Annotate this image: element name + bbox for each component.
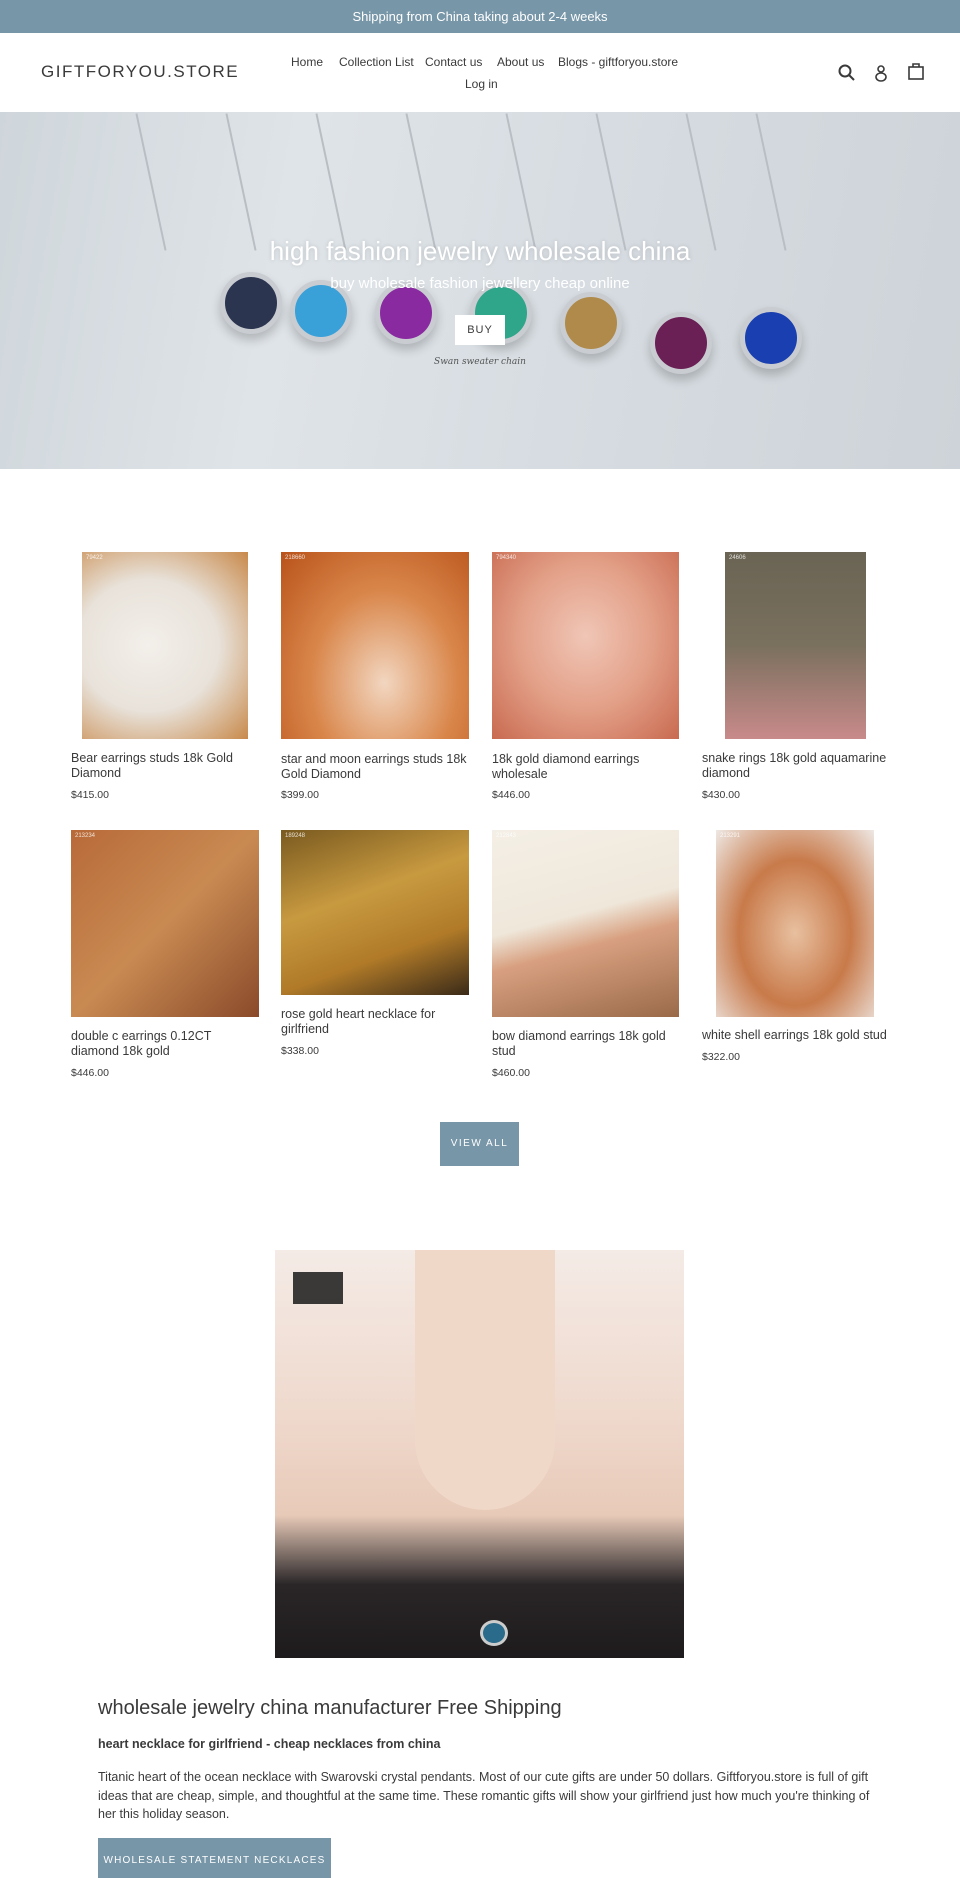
product-title[interactable]: 18k gold diamond earrings wholesale	[492, 752, 682, 782]
product-title[interactable]: star and moon earrings studs 18k Gold Di…	[281, 752, 471, 782]
nav-collection-list[interactable]: Collection List	[339, 55, 414, 69]
product-image[interactable]: 212843	[492, 830, 679, 1017]
view-all-button[interactable]: VIEW ALL	[440, 1122, 519, 1166]
nav-home[interactable]: Home	[291, 55, 323, 69]
product-price: $415.00	[71, 789, 109, 801]
announcement-bar: Shipping from China taking about 2-4 wee…	[0, 0, 960, 33]
product-title[interactable]: snake rings 18k gold aquamarine diamond	[702, 751, 892, 781]
product-image[interactable]: 213291	[716, 830, 874, 1017]
product-code: 212843	[496, 833, 517, 839]
product-title[interactable]: rose gold heart necklace for girlfriend	[281, 1007, 471, 1037]
feature-image	[275, 1250, 684, 1658]
feature-subheading: heart necklace for girlfriend - cheap ne…	[98, 1737, 441, 1751]
hero-title: high fashion jewelry wholesale china	[269, 236, 691, 266]
nav-blogs[interactable]: Blogs - giftforyou.store	[558, 55, 678, 69]
product-image[interactable]: 218660	[281, 552, 469, 739]
product-code: 218660	[285, 555, 306, 561]
product-title[interactable]: white shell earrings 18k gold stud	[702, 1028, 902, 1043]
hero-image-caption: Swan sweater chain	[434, 357, 526, 367]
product-code: 24606	[729, 555, 746, 561]
product-code: 79422	[86, 555, 103, 561]
product-price: $338.00	[281, 1045, 319, 1057]
product-image[interactable]: 213234	[71, 830, 259, 1017]
product-image[interactable]: 24606	[725, 552, 866, 739]
product-price: $399.00	[281, 789, 319, 801]
hero-subtitle: buy wholesale fashion jewellery cheap on…	[330, 275, 630, 292]
product-image[interactable]: 79422	[82, 552, 248, 739]
nav-log-in[interactable]: Log in	[465, 77, 498, 91]
nav-about-us[interactable]: About us	[497, 55, 544, 69]
product-title[interactable]: bow diamond earrings 18k gold stud	[492, 1029, 682, 1059]
store-logo[interactable]: GIFTFORYOU.STORE	[41, 62, 239, 82]
product-price: $446.00	[492, 789, 530, 801]
product-image[interactable]: 189248	[281, 830, 469, 995]
product-code: 213234	[75, 833, 96, 839]
product-code: 189248	[285, 833, 306, 839]
product-image[interactable]: 794340	[492, 552, 679, 739]
product-price: $460.00	[492, 1067, 530, 1079]
search-icon[interactable]	[837, 63, 857, 83]
cart-icon[interactable]	[906, 61, 926, 81]
product-code: 213291	[720, 833, 741, 839]
product-code: 794340	[496, 555, 517, 561]
product-price: $322.00	[702, 1051, 740, 1063]
buy-button[interactable]: BUY	[455, 315, 505, 345]
wholesale-statement-necklaces-button[interactable]: WHOLESALE STATEMENT NECKLACES	[98, 1838, 331, 1878]
product-price: $430.00	[702, 789, 740, 801]
product-title[interactable]: Bear earrings studs 18k Gold Diamond	[71, 751, 261, 781]
account-icon[interactable]	[871, 63, 891, 83]
feature-body: Titanic heart of the ocean necklace with…	[98, 1770, 870, 1821]
product-price: $446.00	[71, 1067, 109, 1079]
nav-contact-us[interactable]: Contact us	[425, 55, 482, 69]
feature-heading: wholesale jewelry china manufacturer Fre…	[98, 1697, 562, 1719]
product-title[interactable]: double c earrings 0.12CT diamond 18k gol…	[71, 1029, 261, 1059]
